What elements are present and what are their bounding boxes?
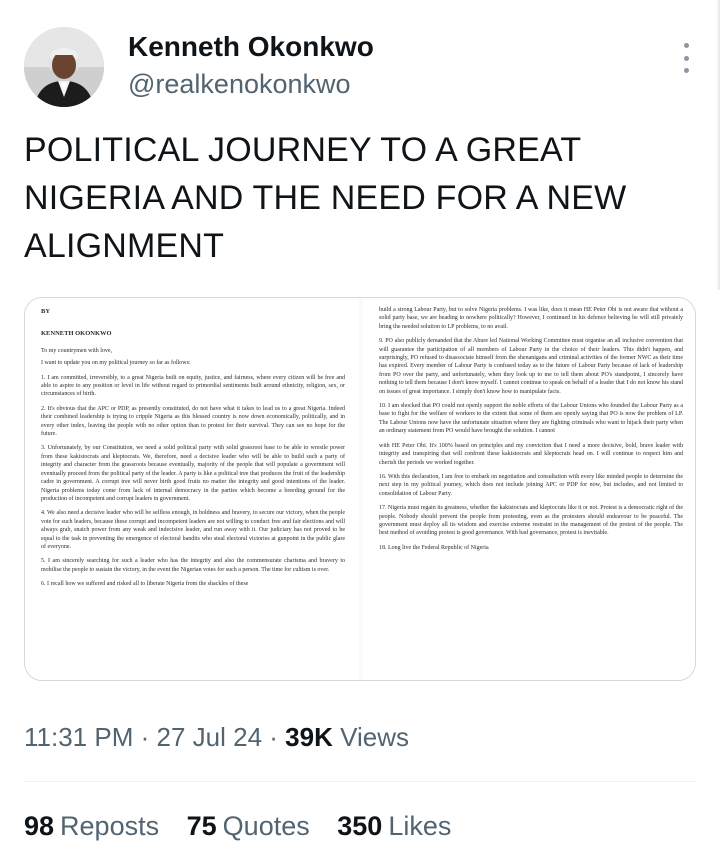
engagement-stats: 98 Reposts 75 Quotes 350 Likes — [24, 811, 471, 842]
document-by: BY — [41, 308, 51, 315]
document-greeting: To my countrymen with love, — [41, 347, 113, 354]
window-edge — [716, 0, 720, 290]
author-handle[interactable]: @realkenokonkwo — [128, 69, 351, 100]
document-paragraph: 17. Nigeria must regain its greatness, w… — [379, 505, 683, 537]
tweet-date[interactable]: 27 Jul 24 — [157, 722, 263, 752]
tweet-text: POLITICAL JOURNEY TO A GREAT NIGERIA AND… — [24, 131, 627, 265]
meta-separator: · — [140, 722, 150, 752]
document-image-right[interactable]: build a strong Labour Party, but to solv… — [363, 298, 695, 680]
document-paragraph: 18. Long live the Federal Republic of Ni… — [379, 544, 489, 551]
likes-link[interactable]: 350 Likes — [337, 811, 451, 841]
likes-label: Likes — [388, 811, 452, 841]
document-page-right: build a strong Labour Party, but to solv… — [379, 306, 683, 680]
document-paragraph: 4. We also need a decisive leader who wi… — [41, 510, 345, 550]
tweet-header: Kenneth Okonkwo @realkenokonkwo — [24, 27, 696, 107]
reposts-count: 98 — [24, 811, 55, 841]
avatar[interactable] — [24, 27, 104, 107]
vertical-ellipsis-icon — [683, 68, 689, 73]
vertical-ellipsis-icon — [683, 43, 689, 48]
quotes-count: 75 — [186, 811, 217, 841]
tweet-time[interactable]: 11:31 PM — [24, 722, 133, 752]
meta-separator: · — [269, 722, 278, 752]
document-paragraph: 16. With this declaration, I am free to … — [379, 473, 683, 497]
document-paragraph: build a strong Labour Party, but to solv… — [379, 307, 683, 330]
quotes-label: Quotes — [222, 811, 310, 841]
reposts-link[interactable]: 98 Reposts — [24, 811, 159, 841]
views-count: 39K — [285, 722, 333, 752]
document-paragraph: 6. I recall how we suffered and risked a… — [41, 581, 249, 588]
document-image-left[interactable]: BY KENNETH OKONKWO To my countrymen with… — [25, 298, 359, 680]
document-page-left: BY KENNETH OKONKWO To my countrymen with… — [41, 306, 345, 680]
likes-count: 350 — [337, 811, 383, 841]
views-label: Views — [340, 722, 409, 752]
author-name[interactable]: Kenneth Okonkwo — [128, 31, 374, 63]
document-paragraph: 2. It's obvious that the APC or PDP, as … — [41, 405, 345, 438]
document-paragraph: 5. I am sincerely searching for such a l… — [41, 558, 345, 573]
tweet-media[interactable]: BY KENNETH OKONKWO To my countrymen with… — [24, 297, 696, 681]
reposts-label: Reposts — [60, 811, 160, 841]
avatar-portrait-icon — [24, 27, 104, 107]
document-paragraph: 1. I am committed, irreversibly, to a gr… — [41, 374, 345, 398]
document-paragraph: 10. I am shocked that PO could not openl… — [379, 403, 683, 435]
tweet-metadata: 11:31 PM · 27 Jul 24 · 39K Views — [24, 722, 409, 753]
document-paragraph: 9. PO also publicly demanded that the Ab… — [379, 338, 683, 395]
document-paragraph: 3. Unfortunately, by our Constitution, w… — [41, 445, 345, 502]
vertical-ellipsis-icon — [683, 55, 689, 61]
document-intro: I want to update you on my political jou… — [41, 360, 191, 367]
document-paragraph: with HE Peter Obi. It's 100% based on pr… — [379, 442, 683, 466]
quotes-link[interactable]: 75 Quotes — [187, 811, 310, 841]
more-options-button[interactable] — [680, 43, 692, 73]
divider — [24, 781, 696, 782]
document-author: KENNETH OKONKWO — [41, 330, 112, 338]
